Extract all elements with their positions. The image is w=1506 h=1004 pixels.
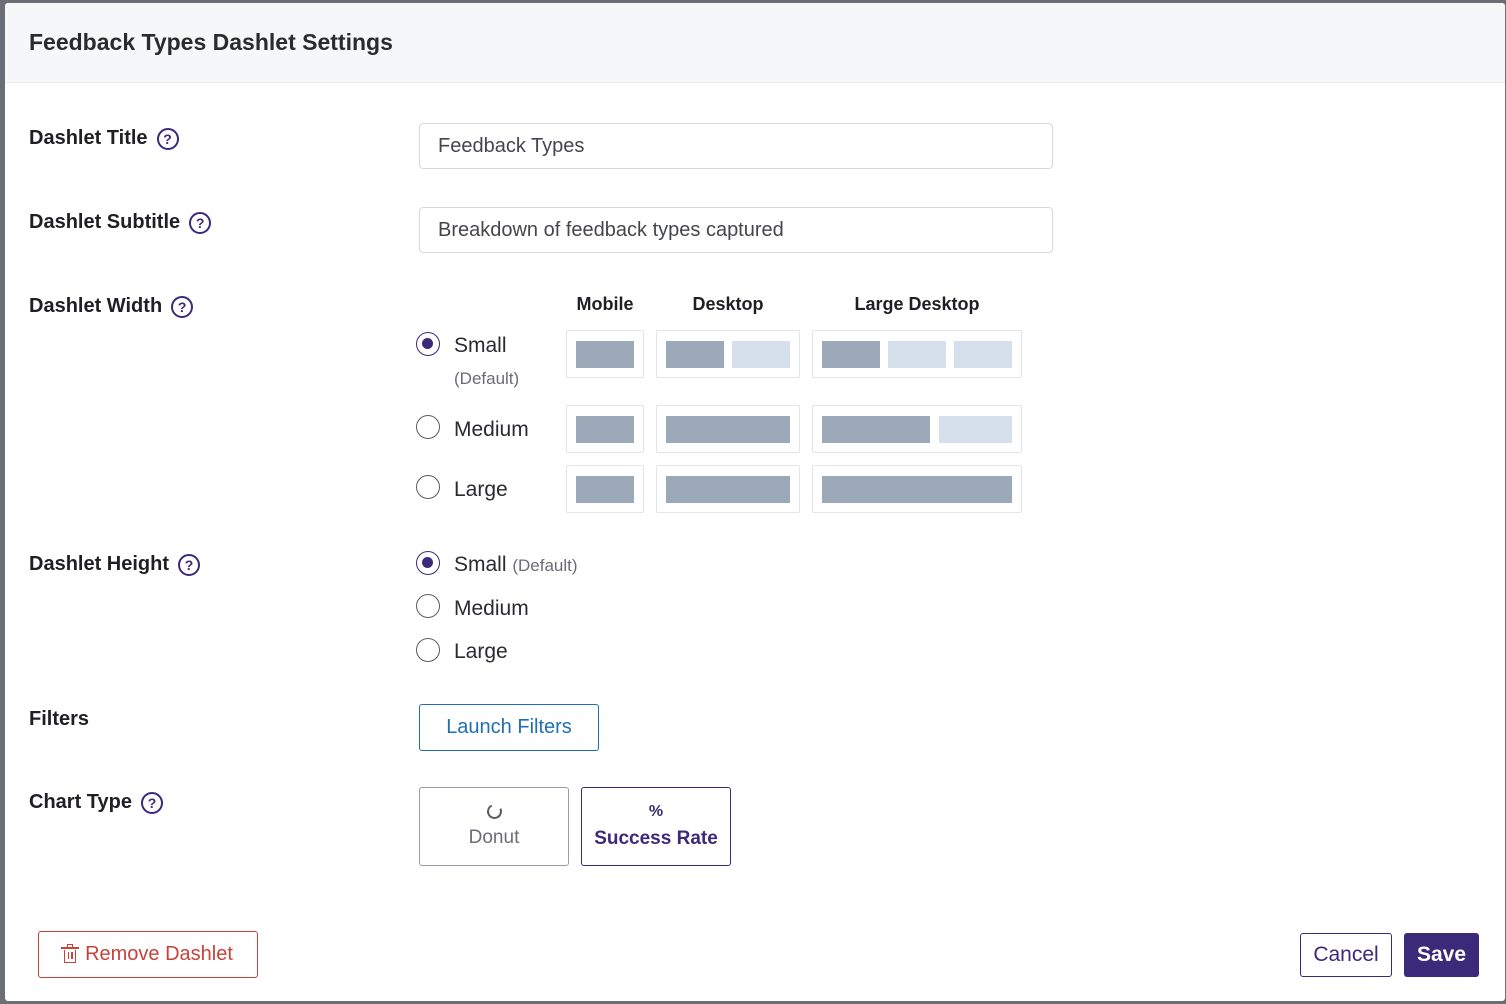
preview-small-mobile	[566, 330, 644, 378]
help-question-icon[interactable]: ?	[189, 211, 212, 234]
width-small-radio[interactable]	[416, 332, 440, 356]
preview-medium-large-desktop	[812, 405, 1022, 453]
height-medium-label[interactable]: Medium	[454, 597, 529, 621]
chart-type-donut-option[interactable]: Donut	[419, 787, 569, 866]
column-header-mobile: Mobile	[576, 294, 634, 314]
column-header-desktop: Desktop	[692, 294, 764, 314]
width-large-radio[interactable]	[416, 475, 440, 499]
preview-medium-desktop	[656, 405, 800, 453]
dashlet-height-label: Dashlet Height ?	[29, 553, 201, 576]
preview-large-large-desktop	[812, 465, 1022, 513]
height-small-radio[interactable]	[416, 551, 440, 575]
help-question-icon[interactable]: ?	[178, 553, 201, 576]
height-large-radio[interactable]	[416, 638, 440, 662]
height-medium-radio[interactable]	[416, 594, 440, 618]
width-large-label[interactable]: Large	[454, 478, 508, 502]
help-question-icon[interactable]: ?	[171, 295, 194, 318]
dashlet-height-label-text: Dashlet Height	[29, 553, 170, 575]
height-small-default-note: (Default)	[512, 556, 578, 575]
save-button[interactable]: Save	[1404, 933, 1479, 977]
height-large-label[interactable]: Large	[454, 640, 508, 664]
help-question-icon[interactable]: ?	[156, 127, 179, 150]
height-small-label-text: Small	[454, 553, 507, 576]
chart-type-success-rate-option[interactable]: % Success Rate	[581, 787, 731, 866]
percent-icon: %	[648, 802, 664, 820]
dashlet-subtitle-label-text: Dashlet Subtitle	[29, 211, 181, 233]
width-small-default-note: (Default)	[454, 369, 520, 388]
width-medium-label[interactable]: Medium	[454, 418, 529, 442]
preview-small-large-desktop	[812, 330, 1022, 378]
width-medium-radio[interactable]	[416, 415, 440, 439]
dashlet-width-label: Dashlet Width ?	[29, 295, 194, 318]
dashlet-subtitle-input[interactable]	[419, 207, 1053, 253]
chart-type-success-rate-label: Success Rate	[594, 827, 718, 849]
dashlet-title-input[interactable]	[419, 123, 1053, 169]
preview-large-mobile	[566, 465, 644, 513]
column-header-large-desktop: Large Desktop	[854, 294, 980, 314]
chart-type-label-text: Chart Type	[29, 791, 132, 813]
dashlet-title-label: Dashlet Title ?	[29, 127, 179, 150]
filters-label: Filters	[29, 708, 89, 731]
remove-dashlet-label: Remove Dashlet	[85, 943, 233, 965]
dashlet-width-label-text: Dashlet Width	[29, 295, 163, 317]
preview-medium-mobile	[566, 405, 644, 453]
width-small-label[interactable]: Small	[454, 334, 507, 358]
dashlet-settings-modal: Feedback Types Dashlet Settings Dashlet …	[5, 3, 1505, 1001]
launch-filters-button[interactable]: Launch Filters	[419, 704, 599, 751]
help-question-icon[interactable]: ?	[140, 791, 163, 814]
donut-icon	[484, 801, 504, 822]
trash-icon	[61, 943, 80, 963]
chart-type-donut-label: Donut	[468, 827, 520, 848]
modal-header: Feedback Types Dashlet Settings	[5, 3, 1505, 83]
chart-type-label: Chart Type ?	[29, 791, 163, 814]
height-small-label[interactable]: Small (Default)	[454, 553, 578, 577]
preview-large-desktop	[656, 465, 800, 513]
cancel-button[interactable]: Cancel	[1300, 933, 1392, 977]
dashlet-title-label-text: Dashlet Title	[29, 127, 148, 149]
preview-small-desktop	[656, 330, 800, 378]
modal-title: Feedback Types Dashlet Settings	[29, 29, 393, 55]
dashlet-subtitle-label: Dashlet Subtitle ?	[29, 211, 212, 234]
filters-label-text: Filters	[29, 708, 90, 730]
remove-dashlet-button[interactable]: Remove Dashlet	[38, 931, 258, 978]
